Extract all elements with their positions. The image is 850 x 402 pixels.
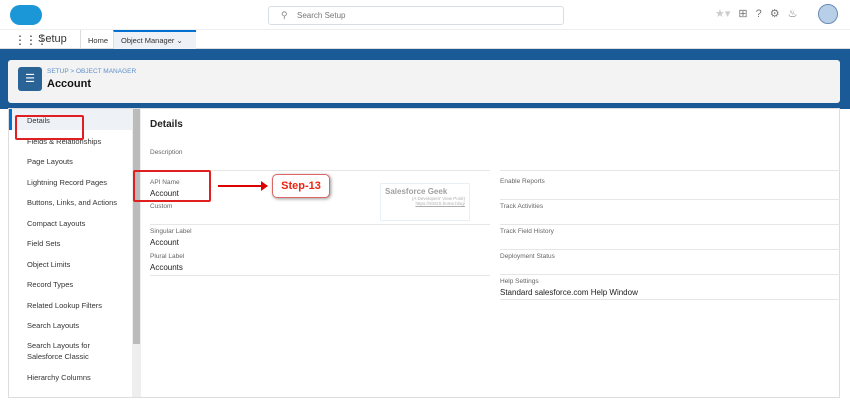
- field-label: Track Field History: [500, 228, 554, 235]
- field-singular-label: Singular Label Account: [150, 228, 490, 252]
- field-label: Singular Label: [150, 228, 192, 235]
- app-name: Setup: [38, 33, 67, 45]
- field-empty: [500, 149, 840, 171]
- watermark-url: https://SSGS.home.blog/: [415, 201, 465, 206]
- field-label: Description: [150, 149, 183, 156]
- search-input[interactable]: ⚲ Search Setup: [268, 6, 564, 25]
- step-callout: Step-13: [272, 174, 330, 198]
- bell-icon[interactable]: ♨: [788, 7, 798, 20]
- gear-icon[interactable]: ⚙: [770, 7, 780, 20]
- object-header: ☰ SETUP > OBJECT MANAGER Account: [8, 60, 840, 103]
- field-label: Deployment Status: [500, 253, 555, 260]
- sidebar-item[interactable]: Field Sets: [9, 232, 141, 253]
- sidebar-item[interactable]: Object Limits: [9, 253, 141, 274]
- scrollbar-thumb[interactable]: [133, 109, 140, 344]
- sidebar-item[interactable]: Record Types: [9, 273, 141, 294]
- field-help-settings: Help Settings Standard salesforce.com Hel…: [500, 278, 840, 300]
- field-value: Account: [150, 238, 179, 247]
- sidebar-item[interactable]: Lightning Record Pages: [9, 171, 141, 192]
- watermark-title: Salesforce Geek: [385, 187, 448, 196]
- field-track-activities: Track Activities: [500, 203, 840, 225]
- favorites-star-icon[interactable]: ★▾: [715, 7, 730, 20]
- avatar[interactable]: [818, 4, 838, 24]
- content: Details Fields & Relationships Page Layo…: [8, 108, 840, 398]
- highlight-details: [15, 115, 84, 140]
- watermark: Salesforce Geek (A Developers' View Poin…: [380, 183, 470, 221]
- sidebar-item[interactable]: Search Layouts for Salesforce Classic: [9, 335, 119, 366]
- field-track-field-history: Track Field History: [500, 228, 840, 250]
- field-enable-reports: Enable Reports: [500, 178, 840, 200]
- tab-label: Object Manager: [121, 36, 175, 45]
- sidebar-item[interactable]: Search Layouts: [9, 314, 141, 335]
- highlight-api-name: [133, 170, 211, 202]
- arrow-icon: [218, 181, 268, 191]
- sidebar-item[interactable]: Related Lookup Filters: [9, 294, 141, 315]
- layers-icon: ☰: [18, 67, 42, 91]
- sidebar-item[interactable]: Page Layouts: [9, 150, 141, 171]
- breadcrumb[interactable]: SETUP > OBJECT MANAGER: [47, 68, 136, 75]
- help-icon[interactable]: ?: [756, 8, 762, 20]
- salesforce-logo[interactable]: [10, 5, 42, 25]
- section-title: Details: [150, 119, 183, 130]
- global-header: ⚲ Search Setup ★▾ ⊞ ? ⚙ ♨: [0, 0, 850, 30]
- details-panel: Details Description API Name Account Cust…: [149, 109, 840, 399]
- field-label: Plural Label: [150, 253, 185, 260]
- field-description: Description: [150, 149, 490, 171]
- chevron-down-icon[interactable]: ⌄: [176, 36, 182, 45]
- field-plural-label: Plural Label Accounts: [150, 253, 490, 276]
- field-value: Standard salesforce.com Help Window: [500, 288, 638, 297]
- sidebar-item[interactable]: Hierarchy Columns: [9, 366, 141, 387]
- tab-object-manager[interactable]: Object Manager ⌄: [113, 30, 196, 49]
- tab-label: Home: [88, 36, 109, 45]
- field-label: Help Settings: [500, 278, 539, 285]
- field-label: Enable Reports: [500, 178, 545, 185]
- sidebar-item[interactable]: Compact Layouts: [9, 212, 141, 233]
- sidebar: Details Fields & Relationships Page Layo…: [9, 109, 141, 399]
- field-label: Track Activities: [500, 203, 544, 210]
- field-deployment-status: Deployment Status: [500, 253, 840, 275]
- sidebar-item[interactable]: Buttons, Links, and Actions: [9, 191, 141, 212]
- tab-home[interactable]: Home: [80, 30, 115, 49]
- search-icon: ⚲: [281, 10, 288, 20]
- search-placeholder: Search Setup: [297, 11, 346, 20]
- add-icon[interactable]: ⊞: [738, 7, 747, 20]
- page-title: Account: [47, 78, 91, 90]
- app-nav: ⋮⋮⋮ Setup Home Object Manager ⌄: [0, 30, 850, 49]
- field-value: Accounts: [150, 263, 183, 272]
